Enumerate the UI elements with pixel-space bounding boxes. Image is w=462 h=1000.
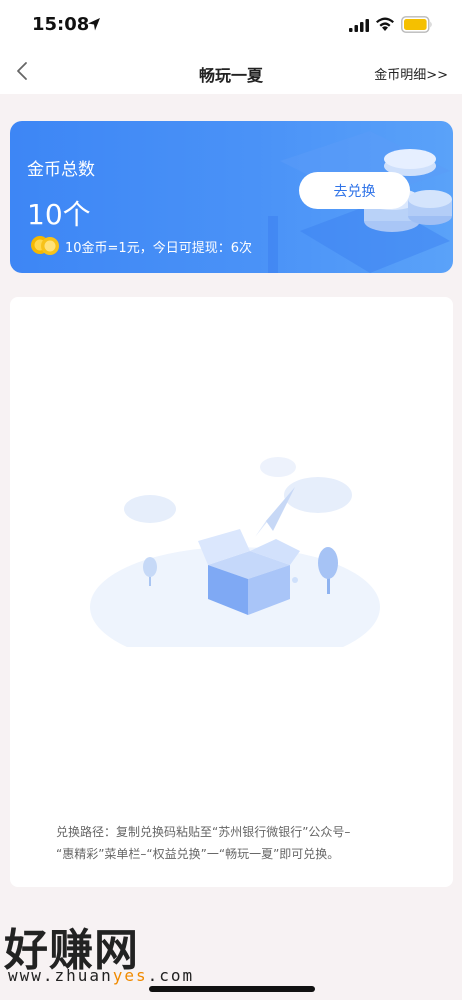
coin-icon: [31, 236, 59, 255]
exchange-path-text: 兑换路径：复制兑换码粘贴至“苏州银行微银行”公众号– “惠精彩”菜单栏–“权益兑…: [56, 821, 436, 865]
battery-icon: [401, 16, 432, 33]
watermark-url-prefix: www.zhuan: [8, 966, 113, 985]
watermark-url-accent: yes: [112, 966, 148, 985]
empty-box-illustration: [90, 457, 380, 647]
coin-detail-link[interactable]: 金币明细>>: [374, 64, 448, 83]
exchange-path-line-1: 兑换路径：复制兑换码粘贴至“苏州银行微银行”公众号–: [56, 825, 351, 839]
coin-summary-card: 金币总数 10个 10金币=1元，今日可提现：6次 去兑换: [10, 121, 453, 273]
home-indicator[interactable]: [149, 986, 315, 992]
exchange-path-line-2: “惠精彩”菜单栏–“权益兑换”一“畅玩一夏”即可兑换。: [56, 847, 340, 861]
coin-total-label: 金币总数: [27, 160, 95, 180]
status-time: 15:08: [32, 14, 90, 35]
nav-bar: 畅玩一夏 金币明细>>: [0, 50, 462, 94]
wifi-icon: [376, 17, 394, 31]
signal-icon: [349, 19, 369, 32]
watermark-url: www.zhuanyes.com: [8, 966, 194, 985]
watermark-url-suffix: .com: [147, 966, 195, 985]
exchange-button[interactable]: 去兑换: [299, 172, 410, 209]
content-panel: 兑换路径：复制兑换码粘贴至“苏州银行微银行”公众号– “惠精彩”菜单栏–“权益兑…: [10, 297, 453, 887]
status-bar: 15:08: [0, 0, 462, 50]
coin-total-value: 10个: [27, 198, 91, 231]
location-arrow-icon: [88, 18, 100, 31]
coin-rate-text: 10金币=1元，今日可提现：6次: [65, 241, 252, 256]
